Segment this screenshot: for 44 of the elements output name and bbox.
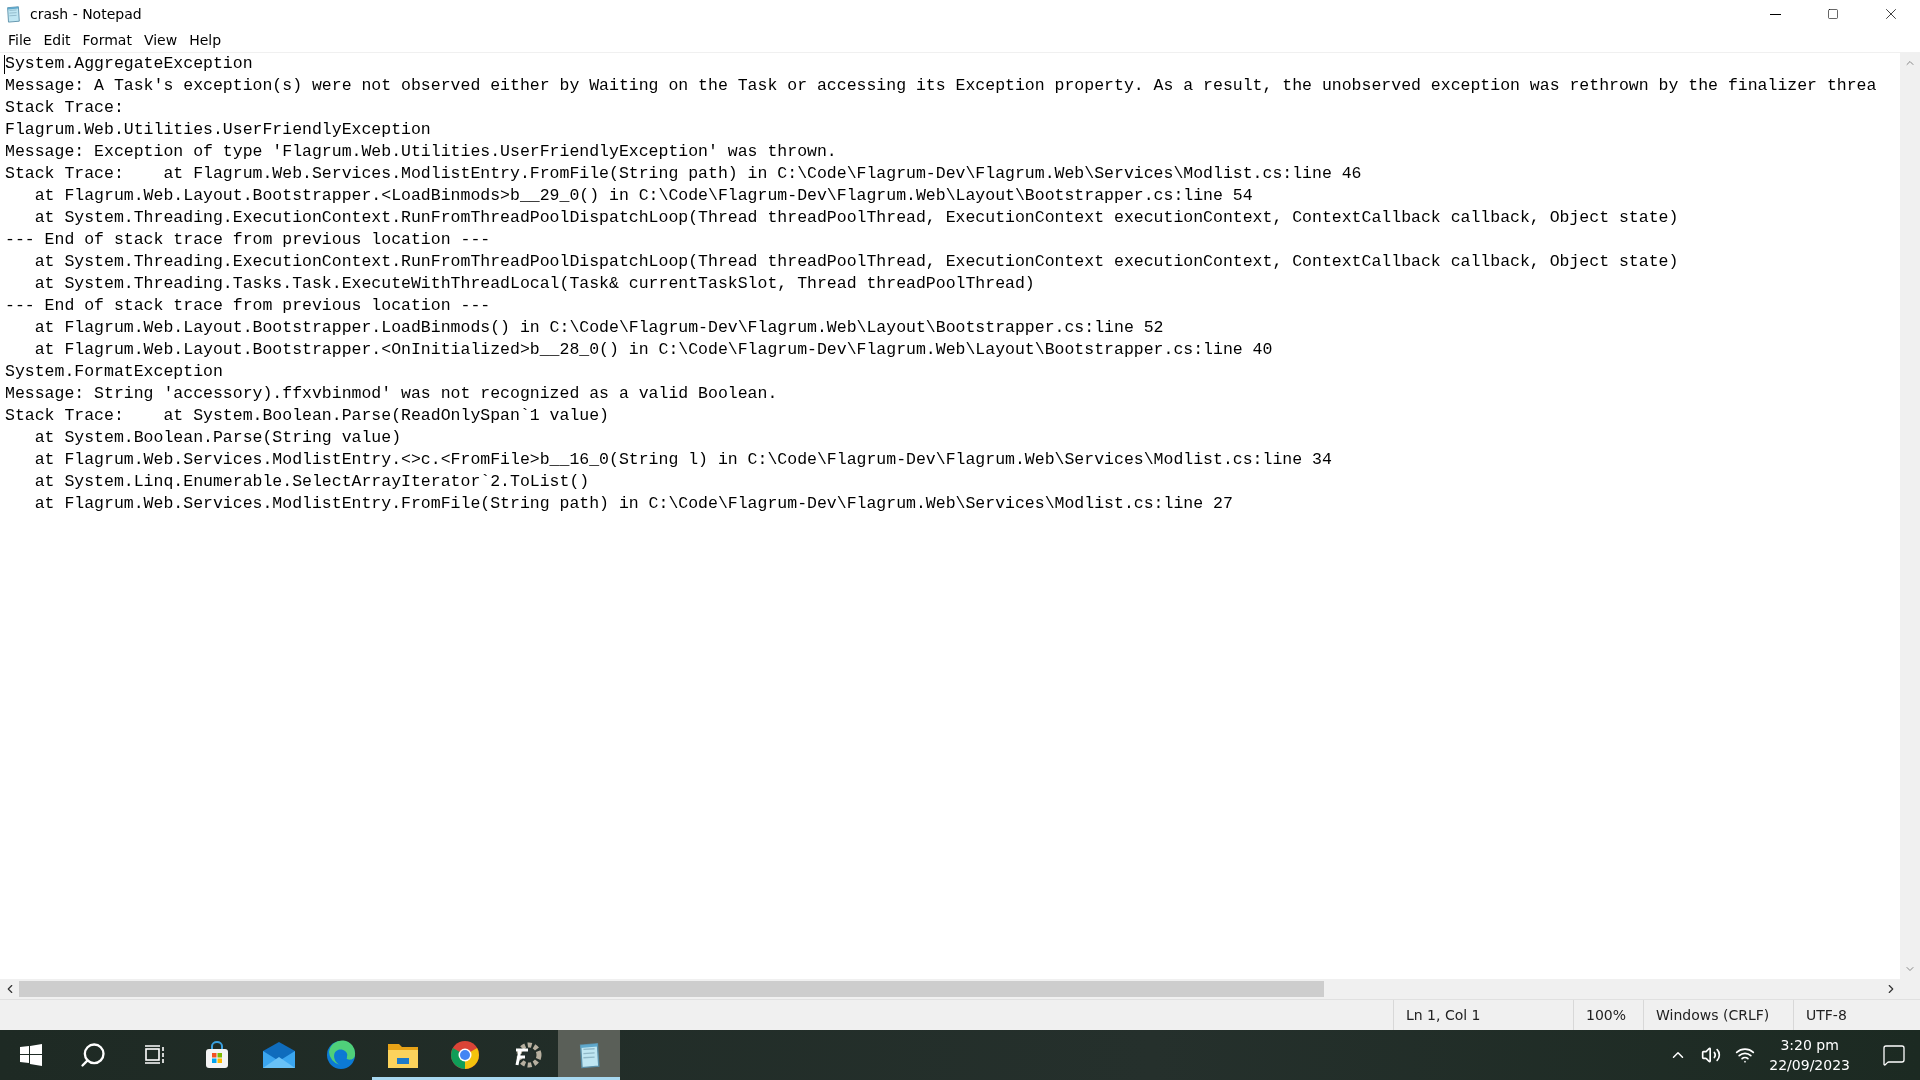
text-line: at System.Boolean.Parse(String value) (33, 427, 402, 449)
windows-logo-icon (20, 1044, 42, 1066)
text-line: at Flagrum.Web.Layout.Bootstrapper.<LoadBinmods>b__29_0() in C:\Code\Flagrum-Dev\Flagrum.Web\Layout\Bootstrapper.cs:line 54 (33, 185, 1253, 207)
window-title: crash - Notepad (30, 6, 143, 22)
speaker-icon[interactable] (1701, 1045, 1722, 1065)
text-line: Message: Exception of type 'Flagrum.Web.Utilities.UserFriendlyException' was thrown. (5, 141, 837, 163)
wave-circle-icon (326, 1040, 356, 1070)
menu-item[interactable]: Help (183, 29, 228, 51)
menu-item[interactable]: View (137, 29, 184, 51)
text-line: Flagrum.Web.Utilities.UserFriendlyException (5, 119, 431, 141)
task-view-icon (144, 1044, 166, 1066)
text-line: Stack Trace: at Flagrum.Web.Services.ModlistEntry.FromFile(String path) in C:\Code\Flagrum-Dev\Flagrum.Web\Services\Modlist.cs:line 46 (5, 163, 1362, 185)
scrollbar-thumb[interactable] (19, 981, 1324, 997)
menu-item[interactable]: File (2, 29, 38, 51)
chrome-circle-icon (450, 1040, 480, 1070)
text-line: at Flagrum.Web.Layout.Bootstrapper.<OnInitialized>b__28_0() in C:\Code\Flagrum-Dev\Flagrum.Web\Layout\Bootstrapper.cs:line 40 (33, 339, 1273, 361)
text-line: Stack Trace: (5, 97, 124, 119)
envelope-icon (263, 1042, 295, 1068)
text-line: at System.Threading.Tasks.Task.ExecuteWithThreadLocal(Task& currentTaskSlot, Thread threadPoolThread) (33, 273, 1035, 295)
notepad-icon (4, 5, 22, 23)
text-line: --- End of stack trace from previous location --- (5, 295, 491, 317)
menu-item[interactable]: Edit (37, 29, 77, 51)
text-line: at Flagrum.Web.Services.ModlistEntry.<>c.<FromFile>b__16_0(String l) in C:\Code\Flagrum-Dev\Flagrum.Web\Services\Modlist.cs:line 34 (33, 449, 1332, 471)
text-line: at Flagrum.Web.Services.ModlistEntry.FromFile(String path) in C:\Code\Flagrum-Dev\Flagrum.Web\Services\Modlist.cs:line 27 (33, 493, 1233, 515)
text-line: at System.Threading.ExecutionContext.RunFromThreadPoolDispatchLoop(Thread threadPoolThread, ExecutionContext executionContext, ContextCallback callback, Object state) (33, 251, 1679, 273)
text-line: --- End of stack trace from previous location --- (5, 229, 491, 251)
text-line: at System.Threading.ExecutionContext.RunFromThreadPoolDispatchLoop(Thread threadPoolThread, ExecutionContext executionContext, ContextCallback callback, Object state) (33, 207, 1679, 229)
text-line: at Flagrum.Web.Layout.Bootstrapper.LoadBinmods() in C:\Code\Flagrum-Dev\Flagrum.Web\Layout\Bootstrapper.cs:line 52 (33, 317, 1164, 339)
shopping-bag-icon (203, 1041, 231, 1069)
text-line: System.AggregateException (5, 53, 253, 75)
text-line: Message: A Task's exception(s) were not observed either by Waiting on the Task or accessing its Exception property. As a result, the unobserved exception was rethrown by the finalizer threa (5, 75, 1877, 97)
menu-item[interactable]: Format (76, 29, 138, 51)
text-line: Message: String 'accessory).ffxvbinmod' was not recognized as a valid Boolean. (5, 383, 778, 405)
text-line: Stack Trace: at System.Boolean.Parse(ReadOnlySpan`1 value) (5, 405, 609, 427)
search-icon (79, 1041, 107, 1069)
clock-time: 3:20 pm (1780, 1036, 1839, 1055)
wifi-icon[interactable] (1735, 1045, 1756, 1065)
notification-icon[interactable] (1882, 1043, 1906, 1067)
folder-icon (388, 1042, 418, 1068)
text-line: System.FormatException (5, 361, 223, 383)
minimize-icon (1769, 13, 1781, 15)
clock-date: 22/09/2023 (1769, 1056, 1850, 1075)
text-line: at System.Linq.Enumerable.SelectArrayIterator`2.ToList() (33, 471, 590, 493)
restore-icon (1827, 8, 1839, 20)
